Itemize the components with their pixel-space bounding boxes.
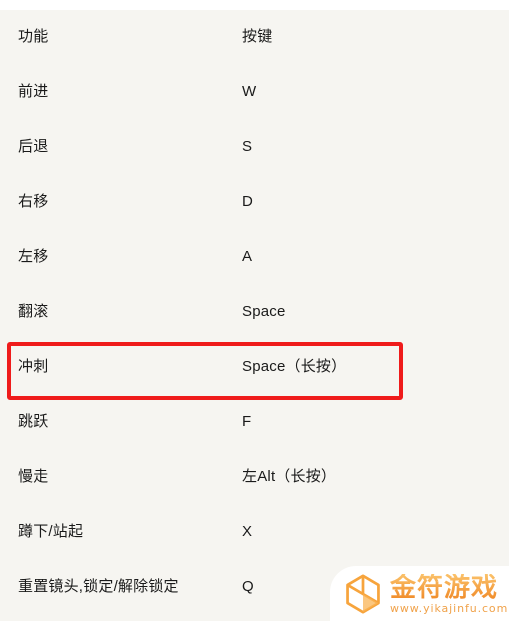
row-function-label: 重置镜头,锁定/解除锁定 [18, 578, 179, 596]
table-header-function: 功能 [18, 28, 49, 46]
table-row: 翻滚 Space [0, 285, 509, 340]
table-row: 左移 A [0, 230, 509, 285]
table-row: 蹲下/站起 X [0, 505, 509, 560]
row-function-label: 翻滚 [18, 303, 49, 321]
row-key-label: A [242, 248, 253, 266]
table-header-row: 功能 按键 [0, 10, 509, 65]
row-function-label: 右移 [18, 193, 49, 211]
watermark-url: www.yikajinfu.com [390, 601, 509, 615]
table-row: 右移 D [0, 175, 509, 230]
row-key-label: F [242, 413, 252, 431]
row-key-label: 左Alt（长按） [242, 468, 337, 486]
table-row: 前进 W [0, 65, 509, 120]
row-function-label: 跳跃 [18, 413, 49, 431]
row-function-label: 左移 [18, 248, 49, 266]
row-function-label: 后退 [18, 138, 49, 156]
watermark-text-group: 金符游戏 www.yikajinfu.com [390, 574, 508, 614]
row-key-label: S [242, 138, 253, 156]
table-row-highlighted: 冲刺 Space（长按） [0, 340, 509, 395]
keybindings-table: 功能 按键 前进 W 后退 S 右移 D 左移 A 翻滚 Space 冲刺 Sp… [0, 10, 509, 615]
row-key-label: X [242, 523, 253, 541]
row-function-label: 慢走 [18, 468, 49, 486]
watermark-title: 金符游戏 [390, 574, 508, 600]
row-key-label: D [242, 193, 254, 211]
cube-icon [346, 573, 380, 614]
keybindings-table-body: 功能 按键 前进 W 后退 S 右移 D 左移 A 翻滚 Space 冲刺 Sp… [0, 10, 509, 615]
row-function-label: 冲刺 [18, 358, 49, 376]
article-content-panel: 功能 按键 前进 W 后退 S 右移 D 左移 A 翻滚 Space 冲刺 Sp… [0, 10, 509, 621]
row-key-label: Space（长按） [242, 358, 347, 376]
table-row: 跳跃 F [0, 395, 509, 450]
table-header-key: 按键 [242, 28, 273, 46]
table-row: 后退 S [0, 120, 509, 175]
table-row: 慢走 左Alt（长按） [0, 450, 509, 505]
row-key-label: Space [242, 303, 286, 321]
row-function-label: 前进 [18, 83, 49, 101]
row-function-label: 蹲下/站起 [18, 523, 84, 541]
watermark: 金符游戏 www.yikajinfu.com [330, 566, 530, 621]
row-key-label: W [242, 83, 257, 101]
